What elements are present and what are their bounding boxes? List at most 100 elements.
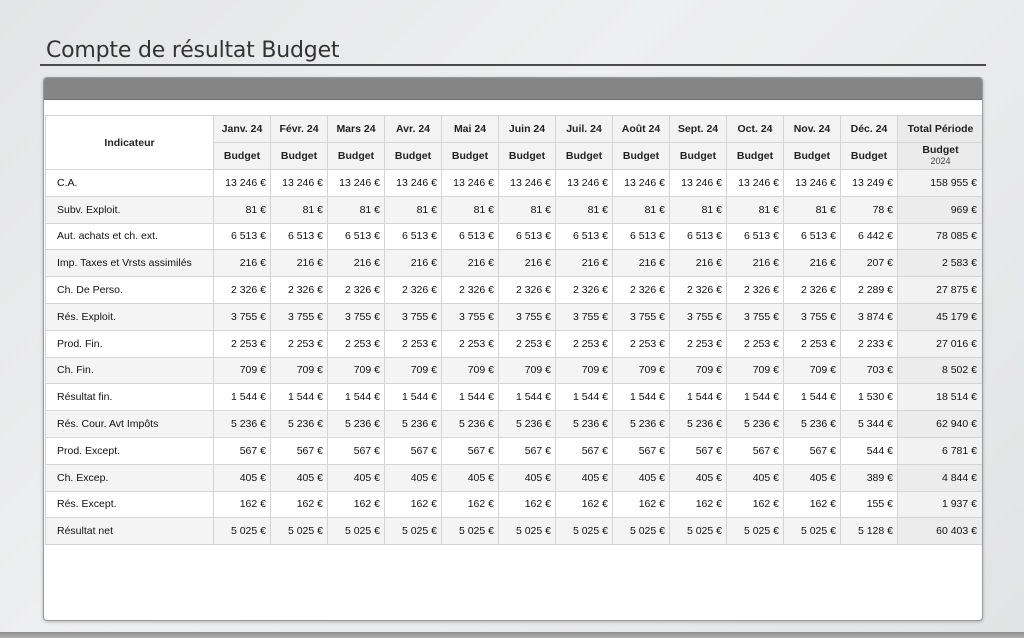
table-cell-value: 78 € [840,195,898,224]
table-cell-value: 2 233 € [840,329,898,358]
table-row[interactable]: Rés. Cour. Avt Impôts 5 236 €5 236 €5 236… [45,410,982,438]
table-cell-value: 6 513 € [213,222,271,251]
row-label: C.A. [45,169,214,197]
table-cell-value: 216 € [384,249,442,278]
title-divider [40,64,986,66]
row-label: Prod. Fin. [45,329,214,358]
table-cell-value: 216 € [555,249,613,278]
table-cell-value: 5 025 € [213,517,271,546]
column-header-month[interactable]: Mai 24 [441,115,499,143]
row-label: Rés. Exploit. [45,302,214,331]
table-row[interactable]: Prod. Except. 567 €567 €567 €567 €567 €56… [45,436,982,465]
table-cell-value: 13 249 € [840,169,898,197]
table-row[interactable]: Rés. Except. 162 €162 €162 €162 €162 €162… [45,490,982,519]
table-cell-value: 81 € [327,195,385,224]
table-cell-value: 3 755 € [783,302,841,331]
table-row[interactable]: Ch. Excep. 405 €405 €405 €405 €405 €405 €… [45,463,982,492]
column-header-month[interactable]: Août 24 [612,115,670,143]
table-row[interactable]: Résultat fin. 1 544 €1 544 €1 544 €1 544 … [45,383,982,412]
table-row[interactable]: Ch. De Perso. 2 326 €2 326 €2 326 €2 326 … [45,276,982,304]
table-cell-value: 81 € [555,195,613,224]
table-cell-value: 709 € [783,356,841,385]
table-cell-value: 1 544 € [327,383,385,412]
column-header-month[interactable]: Févr. 24 [270,115,328,143]
column-header-month[interactable]: Oct. 24 [726,115,784,143]
table-row[interactable]: Résultat net 5 025 €5 025 €5 025 €5 025 €… [45,517,982,546]
column-subheader-budget: Budget [783,142,841,170]
table-cell-value: 5 025 € [612,517,670,546]
table-cell-value: 13 246 € [327,169,385,197]
table-cell-value: 3 755 € [555,302,613,331]
table-cell-value: 2 326 € [498,276,556,304]
table-cell-value: 5 025 € [441,517,499,546]
table-cell-value: 5 236 € [555,410,613,438]
column-header-total[interactable]: Total Période [897,115,982,143]
table-row[interactable]: Aut. achats et ch. ext. 6 513 €6 513 €6 5… [45,222,982,251]
column-header-month[interactable]: Janv. 24 [213,115,271,143]
table-cell-value: 405 € [327,463,385,492]
table-cell-value: 544 € [840,436,898,465]
table-cell-value: 405 € [783,463,841,492]
column-header-month[interactable]: Déc. 24 [840,115,898,143]
table-cell-value: 709 € [498,356,556,385]
table-cell-total: 8 502 € [897,356,982,385]
table-cell-value: 6 513 € [783,222,841,251]
table-cell-value: 3 755 € [327,302,385,331]
table-body: C.A. 13 246 €13 246 €13 246 €13 246 €13 2… [45,169,982,546]
table-cell-value: 1 544 € [441,383,499,412]
column-header-month[interactable]: Nov. 24 [783,115,841,143]
column-header-month[interactable]: Juil. 24 [555,115,613,143]
table-cell-value: 6 442 € [840,222,898,251]
column-header-indicator[interactable]: Indicateur [45,115,214,170]
table-cell-total: 45 179 € [897,302,982,331]
column-header-month[interactable]: Mars 24 [327,115,385,143]
table-cell-value: 81 € [270,195,328,224]
table-cell-value: 5 025 € [270,517,328,546]
table-cell-value: 2 253 € [726,329,784,358]
table-cell-value: 6 513 € [669,222,727,251]
table-row[interactable]: C.A. 13 246 €13 246 €13 246 €13 246 €13 2… [45,169,982,197]
table-row[interactable]: Rés. Exploit. 3 755 €3 755 €3 755 €3 755 … [45,302,982,331]
column-header-month[interactable]: Avr. 24 [384,115,442,143]
table-cell-value: 567 € [783,436,841,465]
table-cell-value: 1 530 € [840,383,898,412]
column-subheader-budget: Budget [498,142,556,170]
table-cell-total: 18 514 € [897,383,982,412]
table-cell-value: 1 544 € [612,383,670,412]
table-cell-total: 60 403 € [897,517,982,546]
table-cell-value: 2 253 € [555,329,613,358]
table-cell-value: 81 € [669,195,727,224]
table-row[interactable]: Ch. Fin. 709 €709 €709 €709 €709 €709 €70… [45,356,982,385]
column-header-month[interactable]: Juin 24 [498,115,556,143]
table-cell-value: 567 € [669,436,727,465]
table-cell-value: 5 236 € [441,410,499,438]
table-cell-value: 6 513 € [270,222,328,251]
header-row-months: Indicateur Janv. 24 Févr. 24 Mars 24 Avr. 2… [45,115,982,170]
table-cell-value: 567 € [213,436,271,465]
row-label: Rés. Except. [45,490,214,519]
table-cell-value: 709 € [327,356,385,385]
table-cell-value: 709 € [612,356,670,385]
table-cell-value: 389 € [840,463,898,492]
table-cell-value: 405 € [669,463,727,492]
table-cell-value: 2 326 € [441,276,499,304]
table-cell-value: 81 € [726,195,784,224]
column-header-month[interactable]: Sept. 24 [669,115,727,143]
table-cell-value: 405 € [384,463,442,492]
table-cell-value: 3 874 € [840,302,898,331]
table-row[interactable]: Prod. Fin. 2 253 €2 253 €2 253 €2 253 €2 … [45,329,982,358]
table-cell-value: 5 236 € [783,410,841,438]
table-row[interactable]: Imp. Taxes et Vrsts assimilés 216 €216 €2… [45,249,982,278]
table-cell-value: 13 246 € [726,169,784,197]
table-row[interactable]: Subv. Exploit. 81 €81 €81 €81 €81 €81 €81… [45,195,982,224]
table-cell-value: 567 € [441,436,499,465]
row-label: Prod. Except. [45,436,214,465]
table-cell-value: 567 € [384,436,442,465]
table-cell-value: 709 € [213,356,271,385]
table-cell-value: 216 € [783,249,841,278]
table-cell-value: 6 513 € [555,222,613,251]
table-cell-value: 5 236 € [213,410,271,438]
table-cell-value: 2 326 € [612,276,670,304]
table-cell-value: 13 246 € [213,169,271,197]
table-cell-value: 207 € [840,249,898,278]
